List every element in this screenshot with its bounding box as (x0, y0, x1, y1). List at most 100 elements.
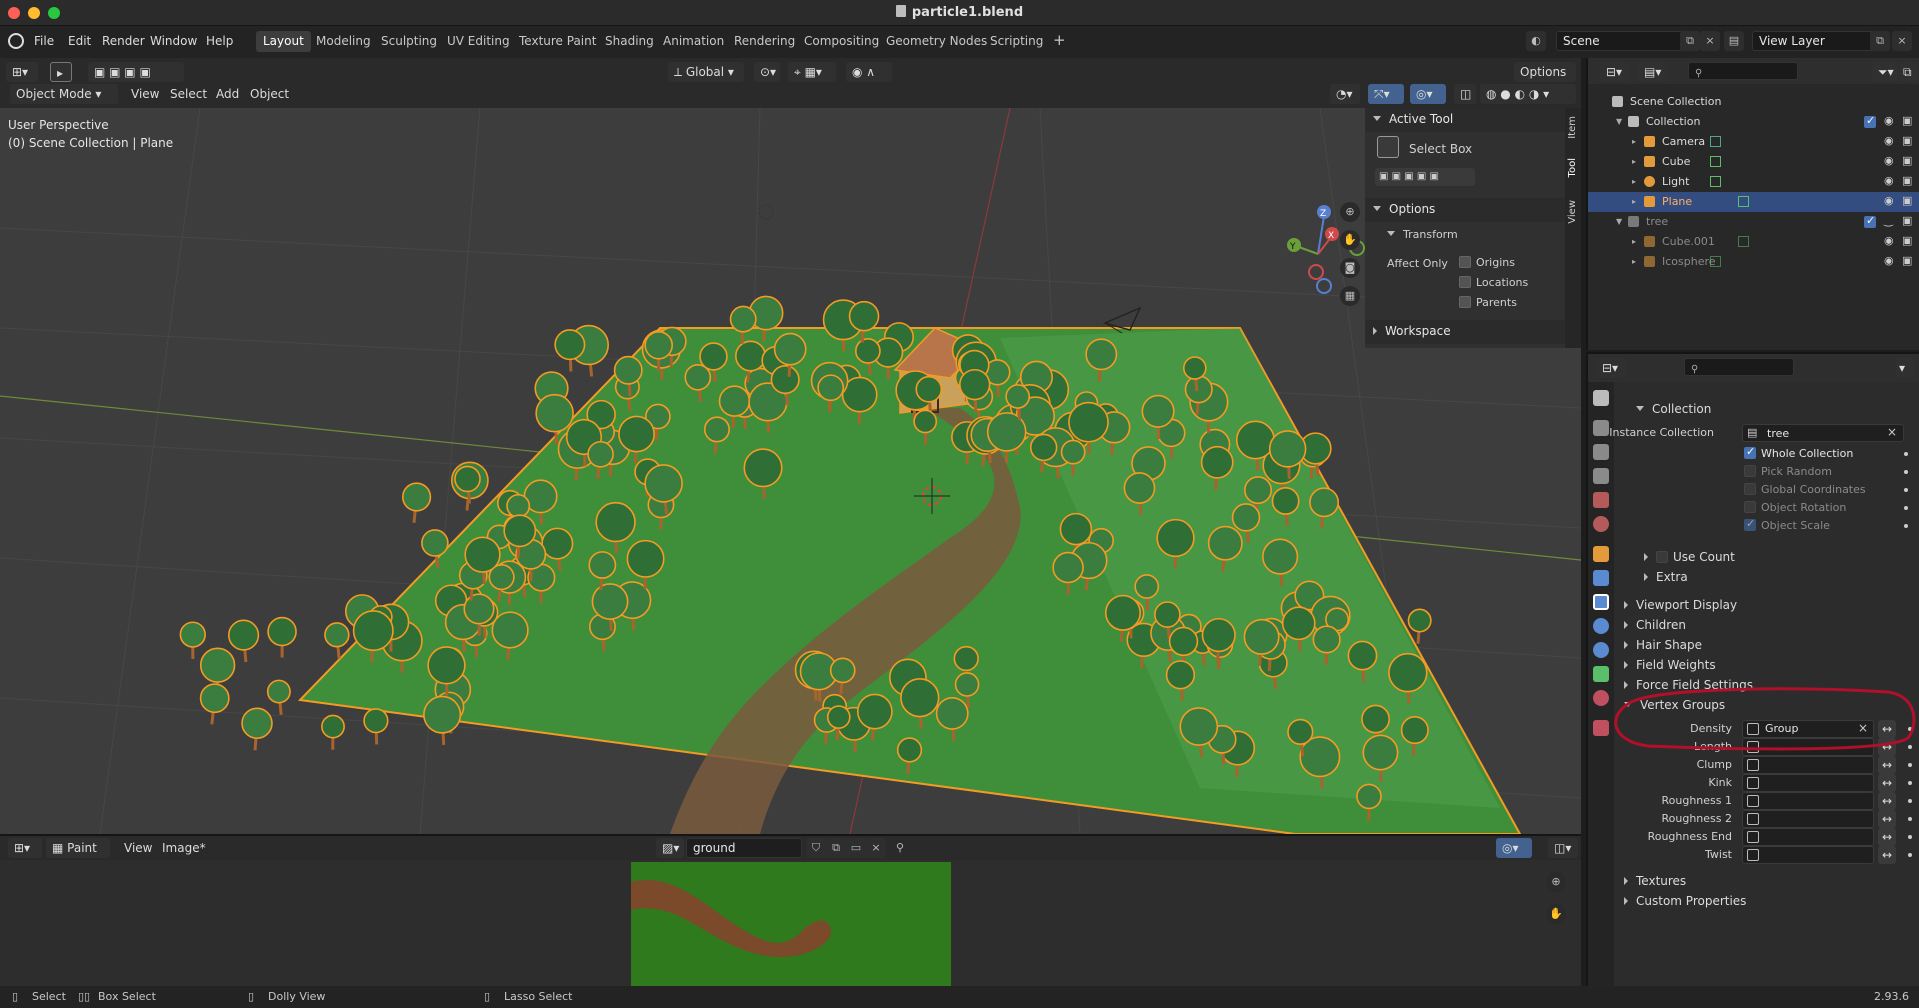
custom-properties-header[interactable]: Custom Properties (1624, 894, 1746, 908)
checkbox-global-coordinates[interactable]: Global Coordinates (1744, 482, 1908, 496)
animate-property-dot[interactable] (1908, 853, 1912, 857)
properties-editor-type-icon[interactable]: ⊟▾ (1596, 358, 1626, 378)
use-count-checkbox[interactable] (1656, 551, 1668, 563)
perspective-toggle-icon[interactable]: ▦ (1340, 286, 1360, 306)
constraints-tab-icon[interactable] (1593, 642, 1609, 658)
visibility-eye-icon[interactable]: ◉ (1884, 114, 1895, 127)
particles-tab-icon[interactable] (1593, 594, 1609, 610)
viewport-menu-view[interactable]: View (131, 87, 159, 101)
pivot-point-icon[interactable]: ⊙▾ (754, 62, 780, 82)
tab-animation[interactable]: Animation (656, 31, 731, 52)
mesh-data-icon[interactable] (1710, 156, 1721, 167)
tab-sculpting[interactable]: Sculpting (374, 31, 444, 52)
vg-field-roughness-1[interactable] (1742, 792, 1874, 810)
active-tool-header[interactable]: Active Tool (1365, 108, 1565, 132)
vertex-groups-header[interactable]: Vertex Groups (1624, 698, 1725, 712)
animate-property-dot[interactable] (1904, 506, 1908, 510)
vg-field-twist[interactable] (1742, 846, 1874, 864)
viewport-menu-object[interactable]: Object (250, 87, 289, 101)
menu-window[interactable]: Window (150, 34, 197, 48)
origins-checkbox[interactable]: Origins (1459, 256, 1515, 269)
vg-field-clump[interactable] (1742, 756, 1874, 774)
menu-render[interactable]: Render (102, 34, 145, 48)
tab-compositing[interactable]: Compositing (797, 31, 886, 52)
image-menu-image[interactable]: Image* (162, 841, 206, 855)
parents-checkbox[interactable]: Parents (1459, 296, 1517, 309)
options-header[interactable]: Options (1365, 198, 1565, 222)
world-tab-icon[interactable] (1593, 516, 1609, 532)
output-properties-tab-icon[interactable] (1593, 444, 1609, 460)
modifiers-tab-icon[interactable] (1593, 570, 1609, 586)
animate-property-dot[interactable] (1908, 781, 1912, 785)
fake-user-icon[interactable]: ⛉ (806, 838, 826, 858)
new-collection-icon[interactable]: ⧉ (1900, 62, 1918, 82)
render-visibility-icon[interactable]: ▣ (1902, 154, 1913, 167)
mesh-data-icon[interactable] (1710, 176, 1721, 187)
scene-tab-icon[interactable] (1593, 492, 1609, 508)
outliner-item-tree[interactable]: ▼ tree ‿ ▣ (1588, 212, 1919, 232)
pan-hand-icon[interactable]: ✋ (1340, 230, 1360, 250)
menu-edit[interactable]: Edit (68, 34, 91, 48)
disclosure-icon[interactable]: ▸ (1632, 197, 1643, 208)
outliner-editor-type-icon[interactable]: ⊟▾ (1600, 62, 1630, 82)
animate-property-dot[interactable] (1904, 488, 1908, 492)
outliner-item-scene-collection[interactable]: Scene Collection (1588, 92, 1919, 112)
tab-scripting[interactable]: Scripting (983, 31, 1050, 52)
view-layer-tab-icon[interactable] (1593, 468, 1609, 484)
image-editor-type-icon[interactable]: ⊞▾ (8, 838, 42, 858)
xray-toggle-icon[interactable]: ◫ (1454, 84, 1476, 104)
pin-icon[interactable]: ⚲ (890, 838, 910, 858)
tool-select-icon[interactable]: ▸ (50, 62, 72, 82)
section-field-weights[interactable]: Field Weights (1624, 658, 1716, 672)
disclosure-icon[interactable]: ▸ (1632, 257, 1643, 268)
invert-group-icon[interactable]: ↔ (1878, 720, 1896, 738)
image-overlays-icon[interactable]: ◎▾ (1496, 838, 1532, 858)
checkbox-object-rotation[interactable]: Object Rotation (1744, 500, 1908, 514)
invert-group-icon[interactable]: ↔ (1878, 756, 1896, 774)
tab-layout[interactable]: Layout (256, 31, 311, 52)
transform-subheader[interactable]: Transform (1387, 228, 1458, 241)
delete-view-layer-icon[interactable]: × (1892, 31, 1912, 51)
tab-view[interactable]: View (1567, 200, 1578, 224)
visibility-eye-icon[interactable]: ‿ (1884, 214, 1895, 227)
invert-group-icon[interactable]: ↔ (1878, 828, 1896, 846)
visibility-eye-icon[interactable]: ◉ (1884, 234, 1895, 247)
instance-collection-field[interactable]: ▤ tree × (1742, 424, 1904, 442)
exclude-checkbox[interactable] (1864, 114, 1876, 128)
image-pan-icon[interactable]: ✋ (1546, 904, 1566, 924)
checkbox-whole-collection[interactable]: Whole Collection (1744, 445, 1908, 460)
material-tab-icon[interactable] (1593, 690, 1609, 706)
delete-scene-icon[interactable]: × (1700, 31, 1720, 51)
animate-property-dot[interactable] (1908, 763, 1912, 767)
object-mode-dropdown[interactable]: Object Mode ▾ (10, 84, 118, 104)
snapping-icon[interactable]: ⌖ ▦▾ (788, 62, 836, 82)
textures-header[interactable]: Textures (1624, 874, 1686, 888)
outliner-item-cube-001[interactable]: ▸ Cube.001 ◉ ▣ (1588, 232, 1919, 252)
disclosure-icon[interactable]: ▸ (1632, 237, 1643, 248)
new-image-icon[interactable]: ⧉ (826, 838, 846, 858)
animate-property-dot[interactable] (1908, 799, 1912, 803)
menu-help[interactable]: Help (206, 34, 233, 48)
add-workspace-icon[interactable]: + (1047, 31, 1072, 52)
invert-group-icon[interactable]: ↔ (1878, 792, 1896, 810)
outliner-item-collection[interactable]: ▼ Collection ◉ ▣ (1588, 112, 1919, 132)
outliner-item-icosphere[interactable]: ▸ Icosphere ◉ ▣ (1588, 252, 1919, 272)
animate-property-dot[interactable] (1908, 835, 1912, 839)
disclosure-icon[interactable]: ▸ (1632, 137, 1643, 148)
viewport-options-button[interactable]: Options ▾ (1514, 62, 1576, 99)
tab-modeling[interactable]: Modeling (309, 31, 378, 52)
image-menu-view[interactable]: View (124, 841, 152, 855)
image-zoom-icon[interactable]: ⊕ (1546, 872, 1566, 892)
view-layer-selector-icon[interactable]: ▤ (1724, 31, 1744, 51)
disclosure-icon[interactable]: ▸ (1632, 177, 1643, 188)
new-scene-icon[interactable]: ⧉ (1680, 31, 1700, 51)
shading-mode-icons[interactable]: ◍ ● ◐ ◑ ▾ (1480, 84, 1576, 104)
clear-group-icon[interactable]: × (1858, 721, 1868, 735)
viewport-menu-add[interactable]: Add (216, 87, 239, 101)
section-hair-shape[interactable]: Hair Shape (1624, 638, 1702, 652)
selection-mode-icons[interactable]: ▣ ▣ ▣ ▣ (88, 62, 184, 82)
tab-geometry-nodes[interactable]: Geometry Nodes (879, 31, 994, 52)
locations-checkbox[interactable]: Locations (1459, 276, 1528, 289)
animate-property-dot[interactable] (1904, 524, 1908, 528)
section-children[interactable]: Children (1624, 618, 1686, 632)
